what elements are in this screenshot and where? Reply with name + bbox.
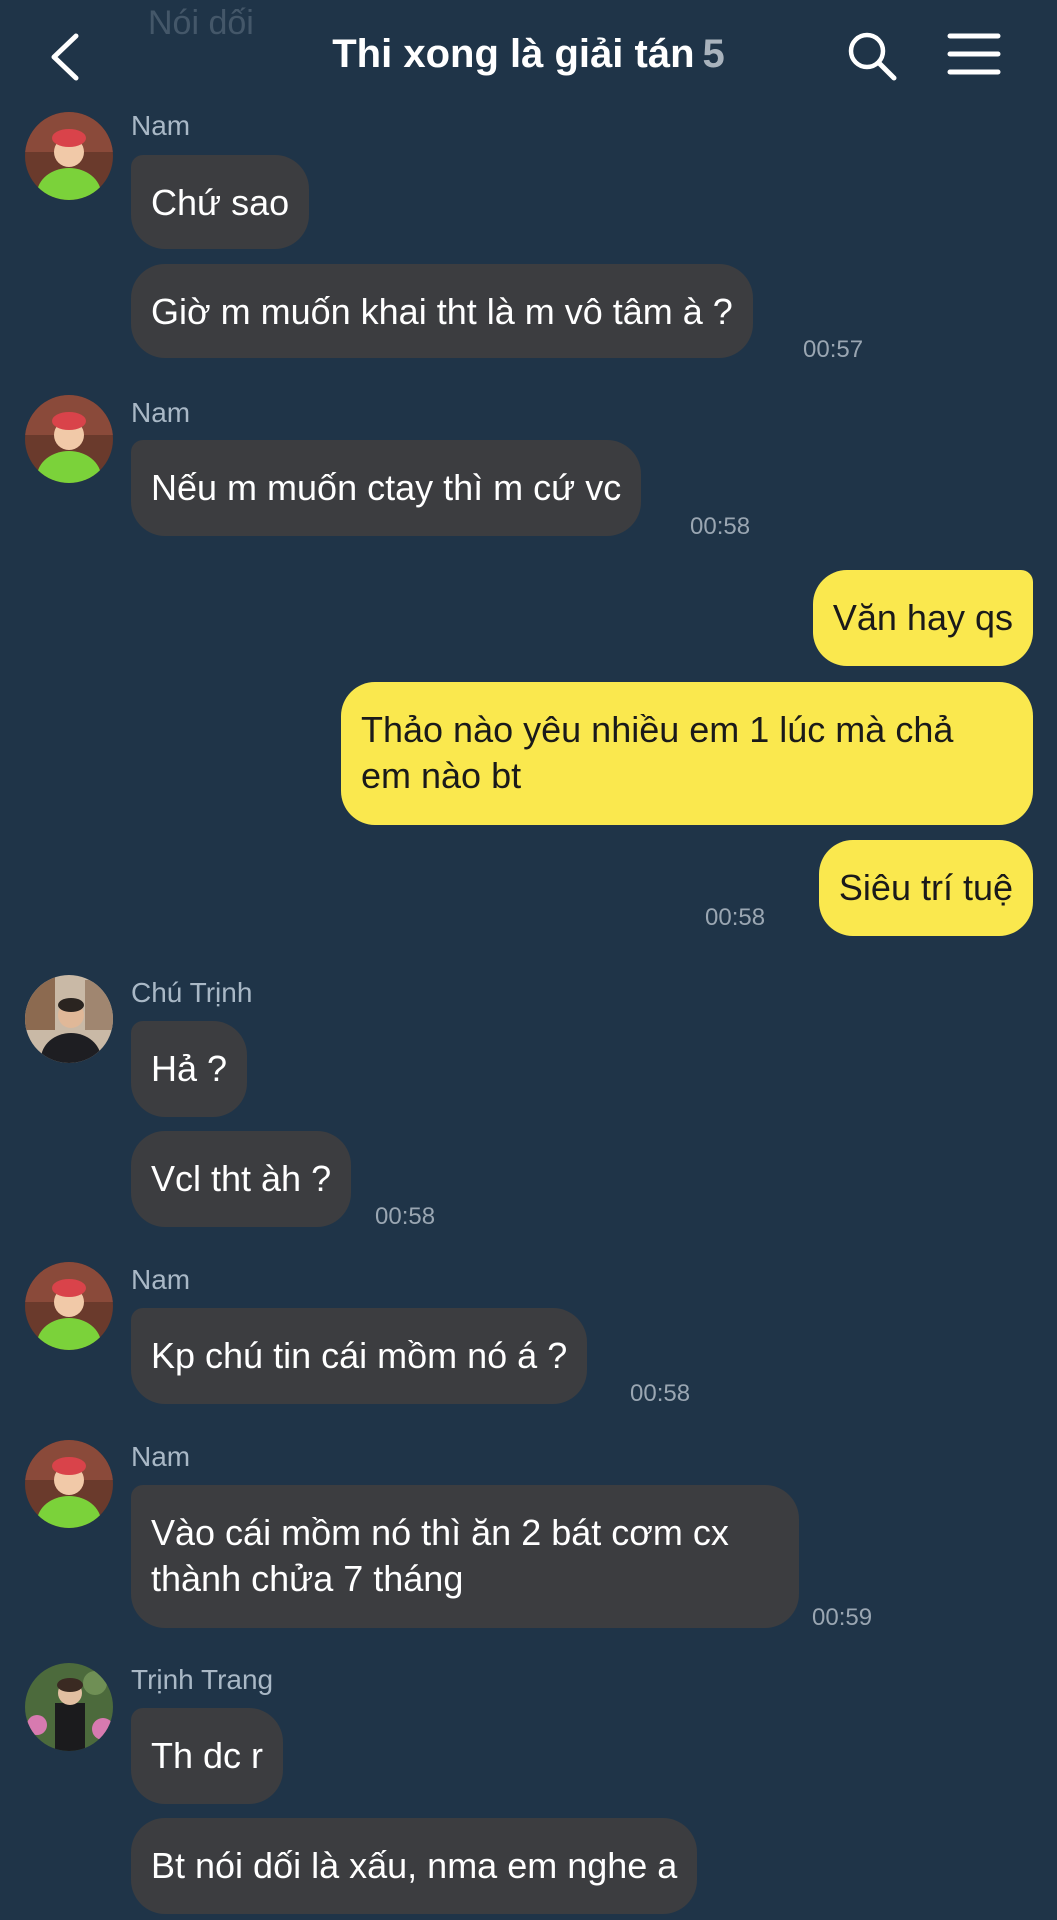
message-bubble[interactable]: Bt nói dối là xấu, nma em nghe a (131, 1818, 698, 1914)
avatar-trinh-trang[interactable] (25, 1663, 113, 1751)
sender-name: Nam (131, 110, 191, 141)
sender-name: Chú Trịnh (131, 977, 253, 1008)
message-bubble[interactable]: Kp chú tin cái mồm nó á ? (131, 1308, 588, 1404)
sender-name: Trịnh Trang (131, 1664, 274, 1695)
my-message-bubble[interactable]: Thảo nào yêu nhiều em 1 lúc mà chả em nà… (341, 682, 1033, 825)
message-line: thành chửa 7 tháng (151, 1558, 464, 1599)
message-bubble[interactable]: Hả ? (131, 1021, 248, 1117)
sender-name: Nam (131, 397, 191, 428)
avatar-nam[interactable] (25, 1262, 113, 1350)
timestamp: 00:58 (375, 1203, 436, 1230)
message-bubble[interactable]: Chứ sao (131, 155, 310, 249)
message-bubble[interactable]: Vcl tht àh ? (131, 1131, 352, 1227)
avatar-chu-trinh[interactable] (25, 975, 113, 1063)
chat-header: Nói dối Thi xong là giải tán 5 (0, 0, 1057, 110)
timestamp: 00:58 (705, 904, 766, 931)
message-bubble[interactable]: Vào cái mồm nó thì ăn 2 bát cơm cx thành… (131, 1485, 799, 1628)
message-bubble[interactable]: Th dc r (131, 1708, 284, 1804)
sender-name: Nam (131, 1441, 191, 1472)
message-line: em nào bt (361, 755, 522, 796)
timestamp: 00:59 (812, 1604, 873, 1631)
my-message-bubble[interactable]: Văn hay qs (812, 570, 1033, 666)
message-bubble[interactable]: Nếu m muốn ctay thì m cứ vc (131, 440, 642, 536)
message-bubble[interactable]: Giờ m muốn khai tht là m vô tâm à ? (131, 264, 753, 358)
menu-icon[interactable] (946, 30, 1002, 78)
member-count: 5 (702, 32, 725, 76)
sender-name: Nam (131, 1264, 191, 1295)
timestamp: 00:58 (690, 513, 751, 540)
chat-title[interactable]: Thi xong là giải tán 5 (0, 32, 1057, 77)
search-icon[interactable] (846, 30, 898, 82)
message-line: Vào cái mồm nó thì ăn 2 bát cơm cx (151, 1512, 729, 1553)
timestamp: 00:57 (803, 336, 864, 363)
timestamp: 00:58 (630, 1380, 691, 1407)
avatar-nam[interactable] (25, 395, 113, 483)
message-line: Thảo nào yêu nhiều em 1 lúc mà chả (361, 709, 954, 750)
my-message-bubble[interactable]: Siêu trí tuệ (818, 840, 1033, 936)
avatar-nam[interactable] (25, 112, 113, 200)
avatar-nam[interactable] (25, 1440, 113, 1528)
group-name: Thi xong là giải tán (332, 32, 695, 76)
